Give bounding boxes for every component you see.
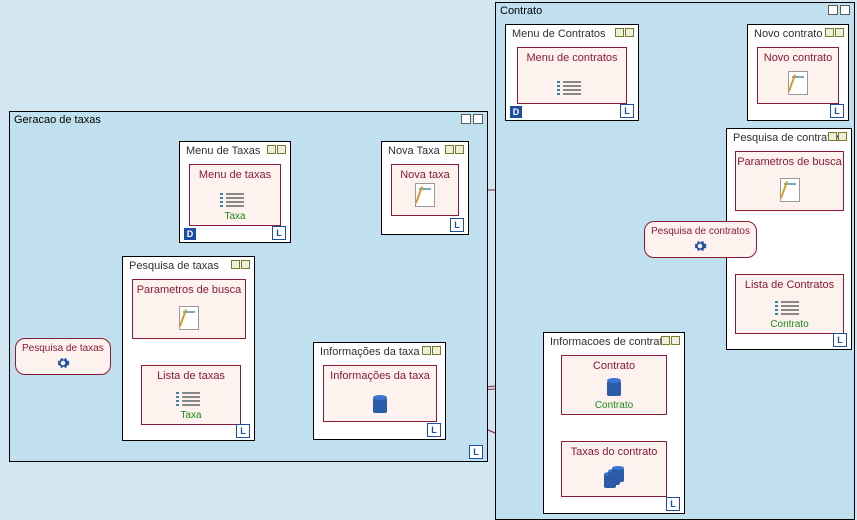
action-label: Pesquisa de taxas (22, 343, 104, 354)
badge-L: L (427, 423, 441, 437)
form-icon (415, 183, 435, 207)
node-title: Informações da taxa (320, 346, 420, 358)
action-pesquisa-taxas[interactable]: Pesquisa de taxas (15, 338, 111, 375)
inner-footer: Contrato (736, 319, 843, 330)
inner-nova-taxa[interactable]: Nova taxa (391, 164, 459, 216)
node-nova-taxa[interactable]: Nova Taxa Nova taxa L (381, 141, 469, 235)
node-menu-taxas[interactable]: Menu de Taxas Menu de taxas Taxa D L (179, 141, 291, 243)
inner-label: Novo contrato (758, 52, 838, 64)
gear-icon (693, 239, 707, 253)
form-icon (179, 306, 199, 330)
inner-lista[interactable]: Lista de Contratos Contrato (735, 274, 844, 334)
node-title: Pesquisa de contratos (733, 132, 842, 144)
node-toolbar[interactable] (825, 28, 844, 37)
form-icon (788, 71, 808, 95)
node-title: Nova Taxa (388, 145, 440, 157)
action-label: Pesquisa de contratos (651, 226, 750, 237)
badge-D: D (184, 228, 196, 240)
list-icon (182, 392, 200, 406)
node-title: Menu de Taxas (186, 145, 260, 157)
form-icon (780, 178, 800, 202)
database-icon (607, 380, 621, 396)
node-toolbar[interactable] (661, 336, 680, 345)
region-toolbar[interactable] (461, 114, 483, 124)
inner-label: Menu de contratos (518, 52, 626, 64)
inner-menu-contratos[interactable]: Menu de contratos (517, 47, 627, 104)
node-title: Menu de Contratos (512, 28, 606, 40)
inner-label: Lista de Contratos (736, 279, 843, 291)
inner-lista[interactable]: Lista de taxas Taxa (141, 365, 241, 425)
inner-label: Nova taxa (392, 169, 458, 181)
badge-L: L (620, 104, 634, 118)
node-toolbar[interactable] (615, 28, 634, 37)
database-multi-icon (604, 468, 624, 488)
node-toolbar[interactable] (231, 260, 250, 269)
node-menu-contratos[interactable]: Menu de Contratos Menu de contratos D L (505, 24, 639, 121)
inner-label: Taxas do contrato (562, 446, 666, 458)
node-toolbar[interactable] (422, 346, 441, 355)
node-toolbar[interactable] (267, 145, 286, 154)
inner-contrato[interactable]: Contrato Contrato (561, 355, 667, 415)
badge-L: L (833, 333, 847, 347)
region-title: Geracao de taxas (14, 114, 101, 126)
list-icon (563, 81, 581, 95)
inner-footer: Taxa (142, 410, 240, 421)
node-title: Pesquisa de taxas (129, 260, 219, 272)
list-icon (781, 301, 799, 315)
node-toolbar[interactable] (828, 132, 847, 141)
badge-L: L (236, 424, 250, 438)
node-toolbar[interactable] (445, 145, 464, 154)
inner-info-taxa[interactable]: Informações da taxa (323, 365, 437, 422)
inner-taxas-contrato[interactable]: Taxas do contrato (561, 441, 667, 497)
badge-L: L (450, 218, 464, 232)
node-title: Informacoes de contrato (550, 336, 669, 348)
inner-label: Menu de taxas (190, 169, 280, 181)
node-title: Novo contrato (754, 28, 822, 40)
badge-L: L (666, 497, 680, 511)
inner-footer: Contrato (562, 400, 666, 411)
inner-parametros[interactable]: Parametros de busca (132, 279, 246, 339)
gear-icon (56, 356, 70, 370)
inner-label: Lista de taxas (142, 370, 240, 382)
list-icon (226, 193, 244, 207)
inner-menu-taxas[interactable]: Menu de taxas Taxa (189, 164, 281, 226)
inner-footer: Taxa (190, 211, 280, 222)
inner-parametros[interactable]: Parametros de busca (735, 151, 844, 211)
inner-label: Parametros de busca (133, 284, 245, 296)
region-toolbar[interactable] (828, 5, 850, 15)
inner-label: Parametros de busca (736, 156, 843, 168)
inner-label: Informações da taxa (324, 370, 436, 382)
inner-novo-contrato[interactable]: Novo contrato (757, 47, 839, 104)
badge-L: L (272, 226, 286, 240)
inner-label: Contrato (562, 360, 666, 372)
region-title: Contrato (500, 5, 542, 17)
action-pesquisa-contratos[interactable]: Pesquisa de contratos (644, 221, 757, 258)
badge-D: D (510, 106, 522, 118)
badge-L: L (469, 445, 483, 459)
node-novo-contrato[interactable]: Novo contrato Novo contrato L (747, 24, 849, 121)
node-pesquisa-taxas[interactable]: Pesquisa de taxas Parametros de busca Li… (122, 256, 255, 441)
badge-L: L (830, 104, 844, 118)
node-info-taxa[interactable]: Informações da taxa Informações da taxa … (313, 342, 446, 440)
database-icon (373, 397, 387, 413)
node-info-contrato[interactable]: Informacoes de contrato Contrato Contrat… (543, 332, 685, 514)
